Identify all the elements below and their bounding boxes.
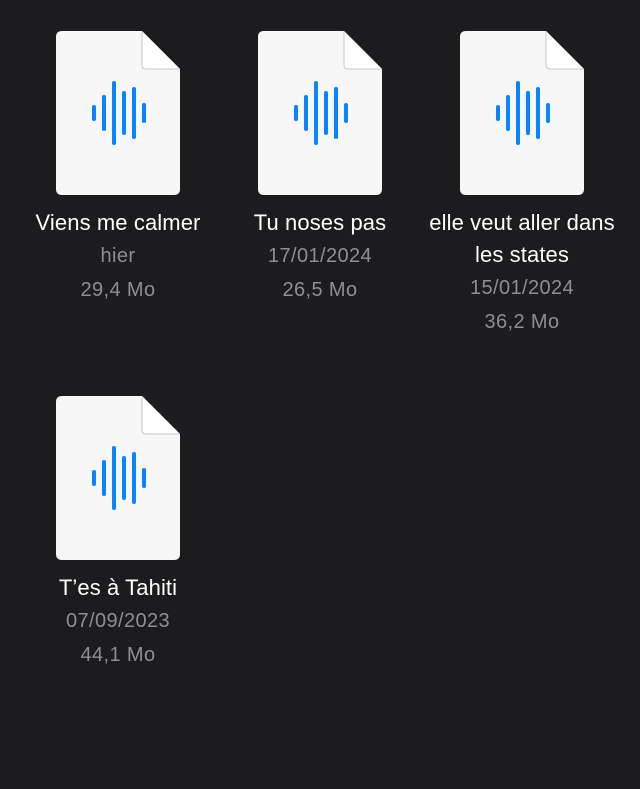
- file-item[interactable]: T’es à Tahiti 07/09/2023 44,1 Mo: [17, 365, 219, 672]
- file-date: 15/01/2024: [469, 277, 575, 299]
- file-name: elle veut aller dans les states: [429, 210, 615, 267]
- file-name: T’es à Tahiti: [58, 575, 178, 600]
- file-item[interactable]: elle veut aller dans les states 15/01/20…: [421, 0, 623, 339]
- file-date: hier: [100, 245, 136, 267]
- file-item[interactable]: Tu noses pas 17/01/2024 26,5 Mo: [219, 0, 421, 307]
- audio-file-icon[interactable]: [56, 31, 180, 195]
- file-date: 07/09/2023: [65, 610, 171, 632]
- file-size: 36,2 Mo: [484, 311, 560, 333]
- file-size: 26,5 Mo: [282, 279, 358, 301]
- file-name: Tu noses pas: [253, 210, 387, 235]
- file-date: 17/01/2024: [267, 245, 373, 267]
- file-name: Viens me calmer: [35, 210, 201, 235]
- file-size: 44,1 Mo: [80, 644, 156, 666]
- audio-file-icon[interactable]: [56, 396, 180, 560]
- audio-file-icon[interactable]: [460, 31, 584, 195]
- audio-file-icon[interactable]: [258, 31, 382, 195]
- file-grid: Viens me calmer hier 29,4 Mo Tu noses pa…: [0, 0, 640, 789]
- file-size: 29,4 Mo: [80, 279, 156, 301]
- file-item[interactable]: Viens me calmer hier 29,4 Mo: [17, 0, 219, 307]
